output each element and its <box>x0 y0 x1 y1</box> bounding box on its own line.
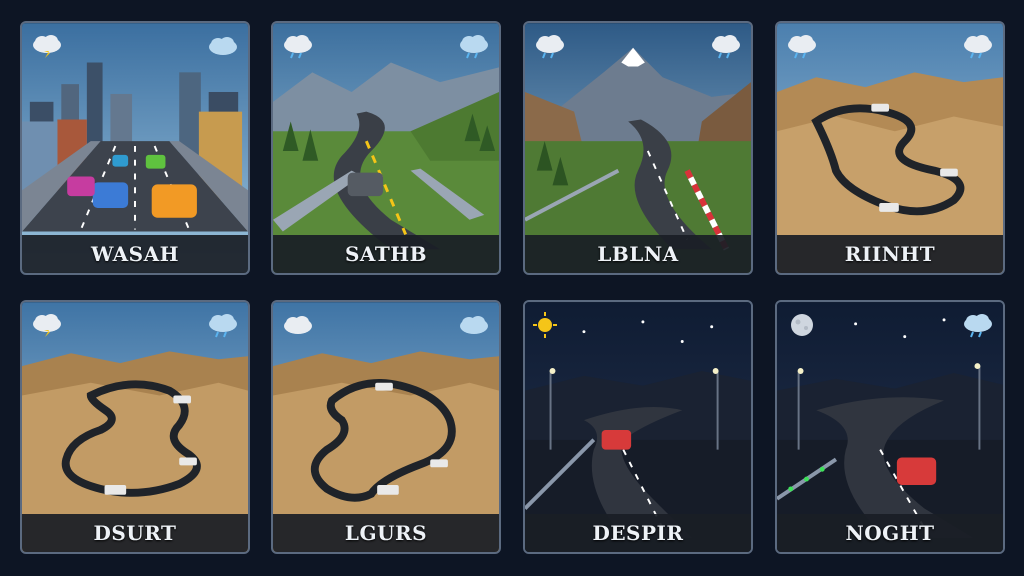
rain-cloud-icon <box>964 35 992 59</box>
track-card-sathb[interactable]: SATHB <box>271 21 501 275</box>
track-card-wasah[interactable]: WASAH <box>20 21 250 275</box>
storm-cloud-icon <box>33 35 61 58</box>
rain-cloud-icon <box>209 314 237 338</box>
track-card-lgurs[interactable]: LGURS <box>271 300 501 554</box>
rain-cloud-icon <box>284 35 312 59</box>
track-label-bar: DESPIR <box>525 514 751 552</box>
track-label-bar: RIINHT <box>777 235 1003 273</box>
cloud-icon <box>460 316 488 334</box>
rain-cloud-icon <box>460 35 488 59</box>
track-label-bar: LBLNA <box>525 235 751 273</box>
track-card-noght[interactable]: NOGHT <box>775 300 1005 554</box>
track-name: LGURS <box>344 521 428 545</box>
track-card-dsurt[interactable]: DSURT <box>20 300 250 554</box>
track-label-bar: SATHB <box>273 235 499 273</box>
track-name: SATHB <box>344 242 428 266</box>
rain-cloud-icon <box>536 35 564 59</box>
track-card-despir[interactable]: DESPIR <box>523 300 753 554</box>
track-name: LBLNA <box>597 242 679 266</box>
track-name: DESPIR <box>592 521 684 545</box>
rain-cloud-icon <box>712 35 740 59</box>
sun-moon-icon <box>533 312 581 338</box>
rain-cloud-icon <box>788 35 816 59</box>
track-label-bar: DSURT <box>22 514 248 552</box>
track-card-lblna[interactable]: LBLNA <box>523 21 753 275</box>
track-name: RIINHT <box>844 242 936 266</box>
track-label-bar: WASAH <box>22 235 248 273</box>
track-name: WASAH <box>90 242 180 266</box>
track-select-grid: WASAH SATHB LBLNA RIINHT DSURT LGURS DES… <box>0 0 1024 576</box>
full-moon-icon <box>791 314 813 336</box>
cloud-icon <box>284 316 312 334</box>
track-label-bar: LGURS <box>273 514 499 552</box>
track-name: DSURT <box>93 521 177 545</box>
storm-cloud-icon <box>33 314 61 337</box>
track-name: NOGHT <box>845 521 935 545</box>
track-card-riinht[interactable]: RIINHT <box>775 21 1005 275</box>
rain-cloud-icon <box>964 314 992 338</box>
moon-icon <box>718 314 729 336</box>
cloud-icon <box>209 37 237 55</box>
track-label-bar: NOGHT <box>777 514 1003 552</box>
